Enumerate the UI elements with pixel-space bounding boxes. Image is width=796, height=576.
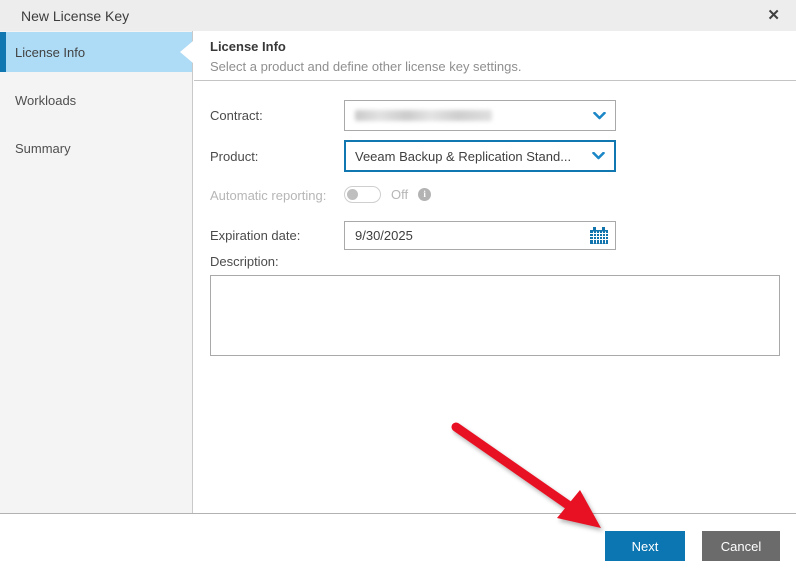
- calendar-icon[interactable]: [590, 227, 615, 244]
- info-icon[interactable]: i: [418, 188, 432, 201]
- step-label: Workloads: [15, 92, 77, 108]
- cancel-button[interactable]: Cancel: [702, 531, 780, 561]
- contract-row: Contract:: [194, 100, 796, 131]
- expiration-date-row: Expiration date:: [194, 221, 796, 250]
- page-subtitle: Select a product and define other licens…: [210, 59, 522, 74]
- wizard-step-list: License Info Workloads Summary: [0, 31, 193, 168]
- description-label: Description:: [210, 254, 279, 269]
- automatic-reporting-row: Automatic reporting: Off i: [194, 186, 796, 206]
- new-license-key-dialog: New License Key ✕ License Info Workloads…: [0, 0, 796, 576]
- step-header: License Info Select a product and define…: [194, 31, 796, 81]
- sidebar-item-summary[interactable]: Summary: [0, 128, 192, 168]
- step-label: License Info: [15, 44, 86, 60]
- page-title: License Info: [210, 39, 286, 54]
- toggle-knob: [347, 189, 358, 200]
- expiration-date-input[interactable]: [345, 228, 590, 243]
- step-label: Summary: [15, 140, 71, 156]
- automatic-reporting-toggle[interactable]: [344, 186, 381, 203]
- toggle-state-label: Off: [391, 187, 409, 202]
- contract-value-redacted: [355, 110, 492, 121]
- next-button[interactable]: Next: [605, 531, 685, 561]
- product-row: Product: Veeam Backup & Replication Stan…: [194, 140, 796, 172]
- expiration-date-field: [344, 221, 616, 250]
- product-value: Veeam Backup & Replication Stand...: [355, 148, 572, 164]
- contract-label: Contract:: [210, 108, 263, 123]
- dialog-titlebar: New License Key ✕: [0, 0, 796, 31]
- expiration-date-label: Expiration date:: [210, 228, 301, 243]
- dialog-title: New License Key: [21, 7, 130, 24]
- wizard-content-panel: License Info Select a product and define…: [194, 31, 796, 513]
- dialog-footer: Next Cancel: [0, 513, 796, 576]
- contract-select[interactable]: [344, 100, 616, 131]
- description-textarea[interactable]: [210, 275, 780, 356]
- chevron-down-icon: [592, 152, 614, 160]
- automatic-reporting-controls: Off i: [344, 186, 432, 203]
- sidebar-item-workloads[interactable]: Workloads: [0, 80, 192, 120]
- chevron-down-icon: [593, 111, 615, 120]
- automatic-reporting-label: Automatic reporting:: [210, 188, 327, 203]
- product-select[interactable]: Veeam Backup & Replication Stand...: [344, 140, 616, 172]
- product-label: Product:: [210, 149, 259, 164]
- close-icon[interactable]: ✕: [763, 6, 784, 25]
- wizard-steps-sidebar: License Info Workloads Summary: [0, 31, 193, 513]
- sidebar-item-license-info[interactable]: License Info: [0, 32, 193, 72]
